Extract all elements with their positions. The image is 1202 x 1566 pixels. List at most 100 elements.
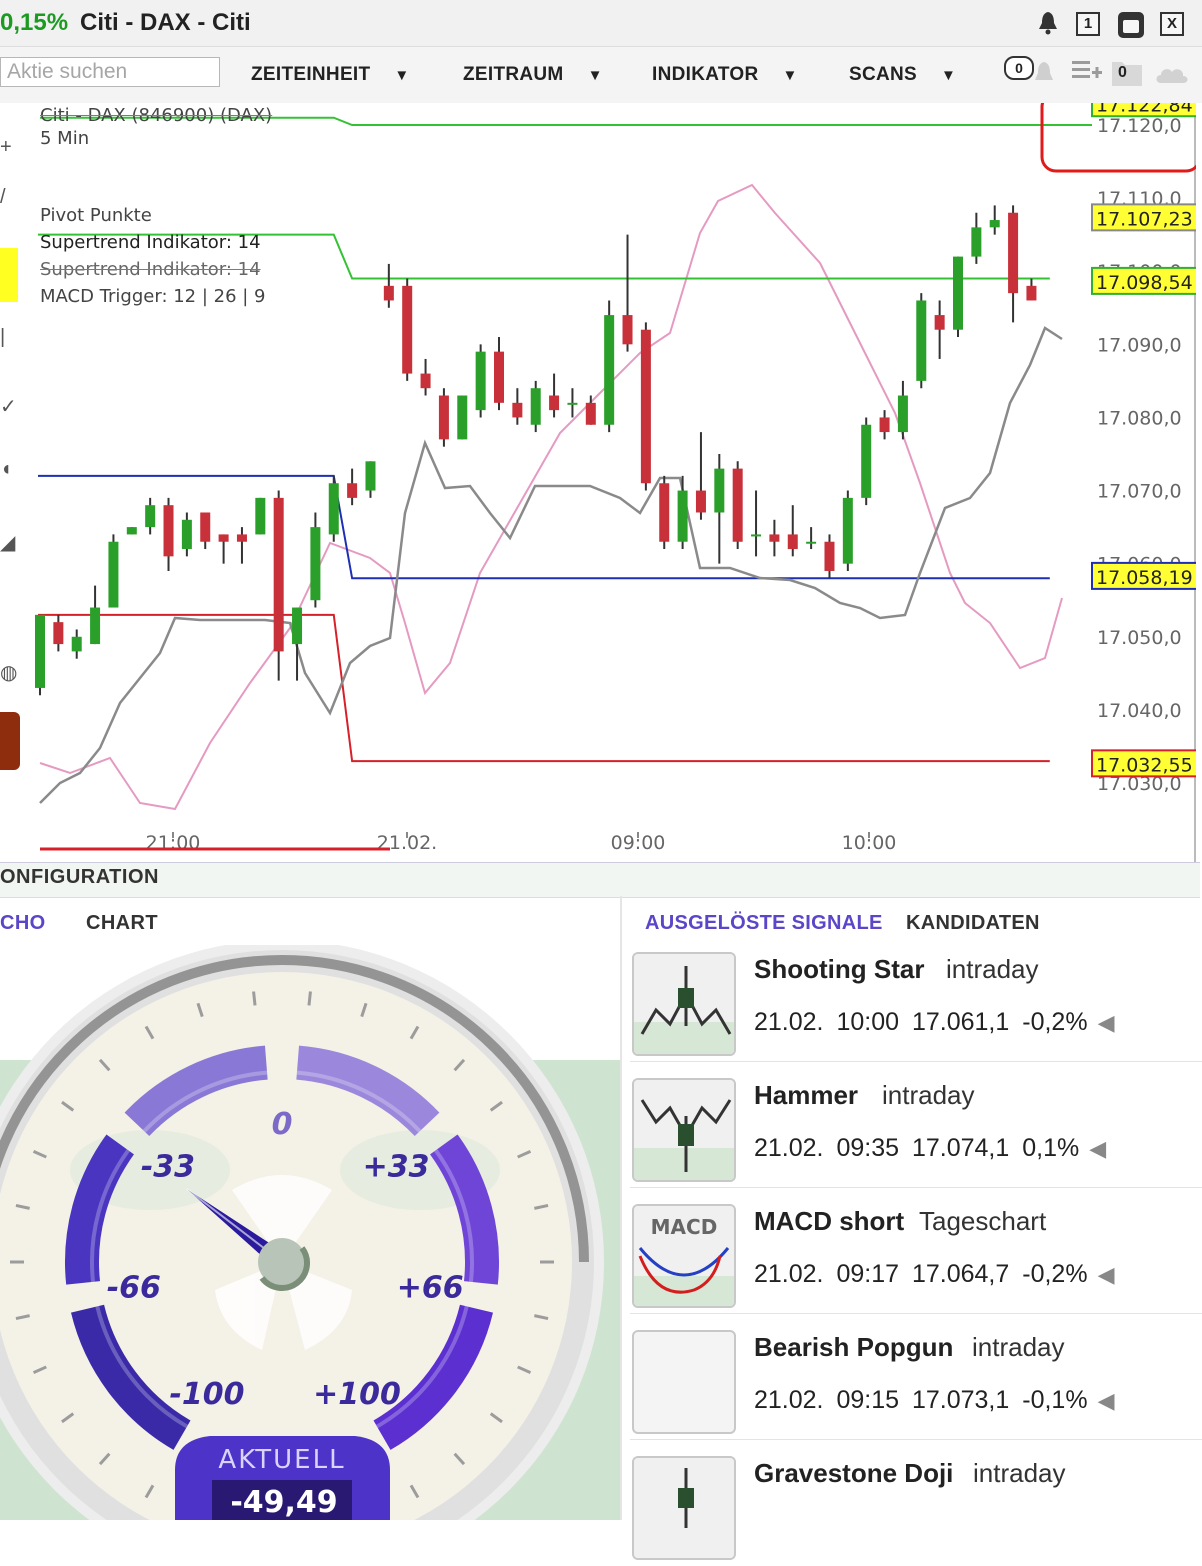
configuration-label[interactable]: ONFIGURATION	[0, 866, 159, 889]
candle-body	[916, 300, 927, 381]
gauge-tick-label: +100	[313, 1377, 401, 1412]
candle-body	[971, 227, 982, 257]
candle-body	[90, 607, 101, 645]
candle-body	[438, 395, 449, 440]
price-tick-label: 17.050,0	[1097, 627, 1182, 649]
check-tool-icon[interactable]: ✓	[0, 394, 17, 419]
legend-supertrend-1[interactable]: Supertrend Indikator: 14	[40, 232, 261, 253]
signal-meta: 21.02. 09:35 17.074,1 0,1% ◀	[754, 1134, 1106, 1163]
signal-change: -0,2%	[1022, 1260, 1088, 1288]
maximize-icon	[1123, 20, 1139, 33]
alarm-bell-icon[interactable]	[1036, 10, 1060, 36]
channel-tool-icon[interactable]: |	[0, 326, 5, 349]
menu-zeiteinheit[interactable]: ZEITEINHEIT ▼	[251, 64, 410, 86]
gauge-tick-label: +66	[397, 1270, 464, 1305]
legend-macd-trigger[interactable]: MACD Trigger: 12 | 26 | 9	[40, 286, 266, 307]
candle-body	[71, 636, 82, 652]
time-tick-label: 21.02.	[377, 832, 437, 854]
line-tool-icon[interactable]: /	[0, 186, 6, 209]
candle-body	[292, 607, 303, 645]
speaker-icon[interactable]: ◀	[1098, 1388, 1115, 1413]
text-tool-icon[interactable]: ◢	[0, 530, 15, 555]
time-tick-label: 21:00	[146, 832, 201, 854]
candle-body	[677, 490, 688, 542]
signal-change: -0,2%	[1022, 1008, 1088, 1036]
gauge-tick-label: -33	[141, 1150, 195, 1185]
price-tick-label: 17.120,0	[1097, 115, 1182, 137]
divider	[630, 1187, 1202, 1188]
maximize-button[interactable]	[1118, 12, 1144, 38]
signal-item[interactable]: Bearish Popgun intraday 21.02. 09:15 17.…	[630, 1322, 1202, 1440]
window-button-1[interactable]: 1	[1076, 12, 1100, 36]
series-line	[38, 613, 1050, 763]
speaker-icon[interactable]: ◀	[1098, 1262, 1115, 1287]
candle-body	[236, 534, 247, 542]
price-tag-label: 17.032,55	[1096, 754, 1193, 776]
menu-indikator[interactable]: INDIKATOR ▼	[652, 64, 798, 86]
stock-search-input[interactable]	[0, 57, 220, 87]
signal-meta: 21.02. 09:17 17.064,7 -0,2% ◀	[754, 1260, 1114, 1289]
candle-body	[824, 541, 835, 571]
tab-kandidaten[interactable]: KANDIDATEN	[906, 912, 1040, 935]
signal-item[interactable]: MACD MACD short Tageschart 21.02. 09:17 …	[630, 1196, 1202, 1314]
folder-icon[interactable]	[1110, 56, 1144, 88]
window-title: Citi - DAX - Citi	[80, 9, 251, 36]
shooting-star-icon	[632, 952, 736, 1056]
configuration-bar	[0, 862, 1200, 898]
candle-body	[126, 527, 137, 535]
candle-body	[255, 497, 266, 535]
signal-item[interactable]: Shooting Star intraday 21.02. 10:00 17.0…	[630, 944, 1202, 1062]
sentiment-gauge: -100 -66 -33 0 +33 +66 +100 AKTUELL -49,49	[0, 945, 620, 1520]
aktuell-value: -49,49	[230, 1485, 337, 1520]
menu-scans[interactable]: SCANS ▼	[849, 64, 956, 86]
candle-body	[108, 541, 119, 608]
speaker-icon[interactable]: ◀	[1089, 1136, 1106, 1161]
crosshair-tool-icon[interactable]: +	[0, 136, 12, 159]
dropdown-arrow-icon: ▼	[782, 67, 798, 84]
menu-zeitraum[interactable]: ZEITRAUM ▼	[463, 64, 603, 86]
signal-change: 0,1%	[1022, 1134, 1080, 1162]
tab-chart[interactable]: CHART	[86, 912, 158, 935]
settings-tool-icon[interactable]: ◍	[0, 660, 17, 685]
signal-time: 21.02. 09:35	[754, 1134, 900, 1162]
candle-body	[347, 483, 358, 498]
signal-kind: Tageschart	[919, 1206, 1047, 1236]
cloud-icon[interactable]	[1152, 61, 1192, 87]
candle-body	[475, 351, 486, 411]
candle-body	[310, 527, 321, 601]
time-tick-label: 09:00	[611, 832, 666, 854]
candle-body	[751, 534, 762, 537]
close-button[interactable]: X	[1160, 12, 1184, 36]
legend-pivot-punkte[interactable]: Pivot Punkte	[40, 205, 152, 226]
signal-kind: intraday	[973, 1458, 1066, 1488]
candle-body	[200, 512, 211, 542]
signal-title: Gravestone Doji	[754, 1458, 954, 1488]
signal-item[interactable]: Hammer intraday 21.02. 09:35 17.074,1 0,…	[630, 1070, 1202, 1188]
gauge-tick-label: -66	[107, 1270, 161, 1305]
candle-body	[273, 497, 284, 652]
price-chart[interactable]: 17.120,017.110,017.100,017.090,017.080,0…	[0, 103, 1196, 863]
tab-techno[interactable]: CHO	[0, 912, 46, 935]
signal-item[interactable]: Gravestone Doji intraday	[630, 1448, 1202, 1566]
gauge-minor-tick	[252, 991, 257, 1006]
candle-body	[879, 417, 890, 433]
signal-meta: 21.02. 09:15 17.073,1 -0,1% ◀	[754, 1386, 1114, 1415]
tab-ausgeloeste-signale[interactable]: AUSGELÖSTE SIGNALE	[645, 912, 883, 935]
candle-body	[622, 315, 633, 345]
speaker-icon[interactable]: ◀	[1098, 1010, 1115, 1035]
signal-kind: intraday	[882, 1080, 975, 1110]
add-list-icon[interactable]	[1070, 57, 1104, 87]
candle-body	[567, 402, 578, 405]
ellipse-tool-icon[interactable]: ◖	[0, 458, 12, 481]
candle-body	[934, 315, 945, 330]
panel-divider	[620, 896, 622, 1520]
popgun-icon	[632, 1330, 736, 1434]
candle-body	[383, 285, 394, 301]
selected-tool-icon[interactable]	[0, 248, 18, 302]
legend-supertrend-2[interactable]: Supertrend Indikator: 14	[40, 259, 261, 280]
bell-icon[interactable]	[1030, 59, 1058, 87]
chart-canvas[interactable]: 17.120,017.110,017.100,017.090,017.080,0…	[0, 103, 1196, 863]
candle-body	[585, 402, 596, 425]
delete-drawings-button[interactable]	[0, 712, 20, 770]
signal-title: Shooting Star	[754, 954, 925, 984]
